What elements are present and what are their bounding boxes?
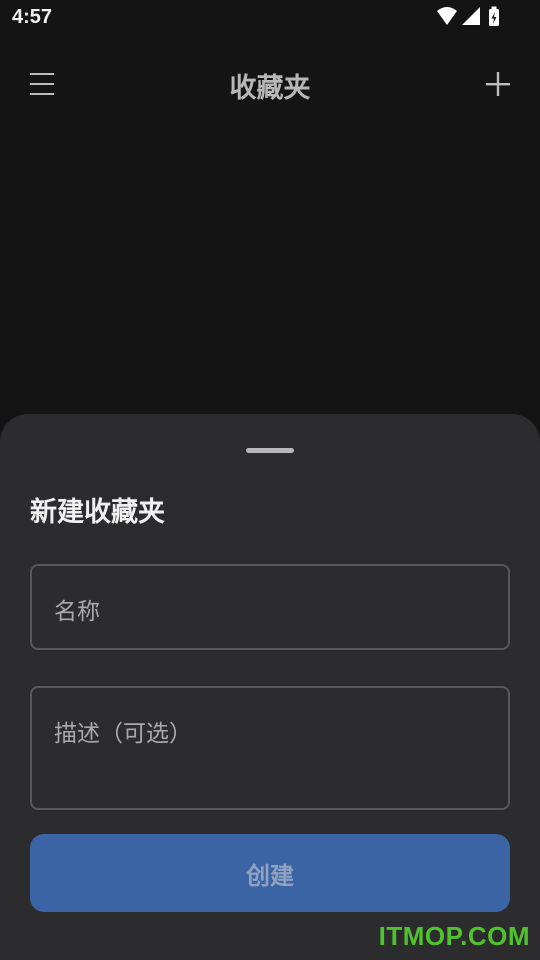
signal-icon [462,7,480,25]
create-button[interactable]: 创建 [30,834,510,912]
create-button-label: 创建 [246,861,294,890]
watermark: ITMOP.COM [378,921,530,951]
add-button[interactable] [480,66,516,102]
page-title: 收藏夹 [229,73,311,104]
name-field[interactable]: 名称 [30,564,510,650]
add-icon [486,72,510,96]
app-bar: 收藏夹 [0,48,540,120]
description-field[interactable]: 描述（可选） [30,686,510,810]
status-icons [436,6,502,28]
new-favorites-sheet: 新建收藏夹 名称 描述（可选） 创建 [0,414,540,960]
battery-charging-icon [489,6,499,26]
drag-handle[interactable] [246,448,294,453]
status-bar: 4:57 [0,0,540,36]
description-field-placeholder: 描述（可选） [54,721,192,747]
wifi-icon [437,7,457,25]
sheet-title: 新建收藏夹 [30,497,165,528]
name-field-placeholder: 名称 [54,599,100,625]
status-time: 4:57 [12,6,53,28]
